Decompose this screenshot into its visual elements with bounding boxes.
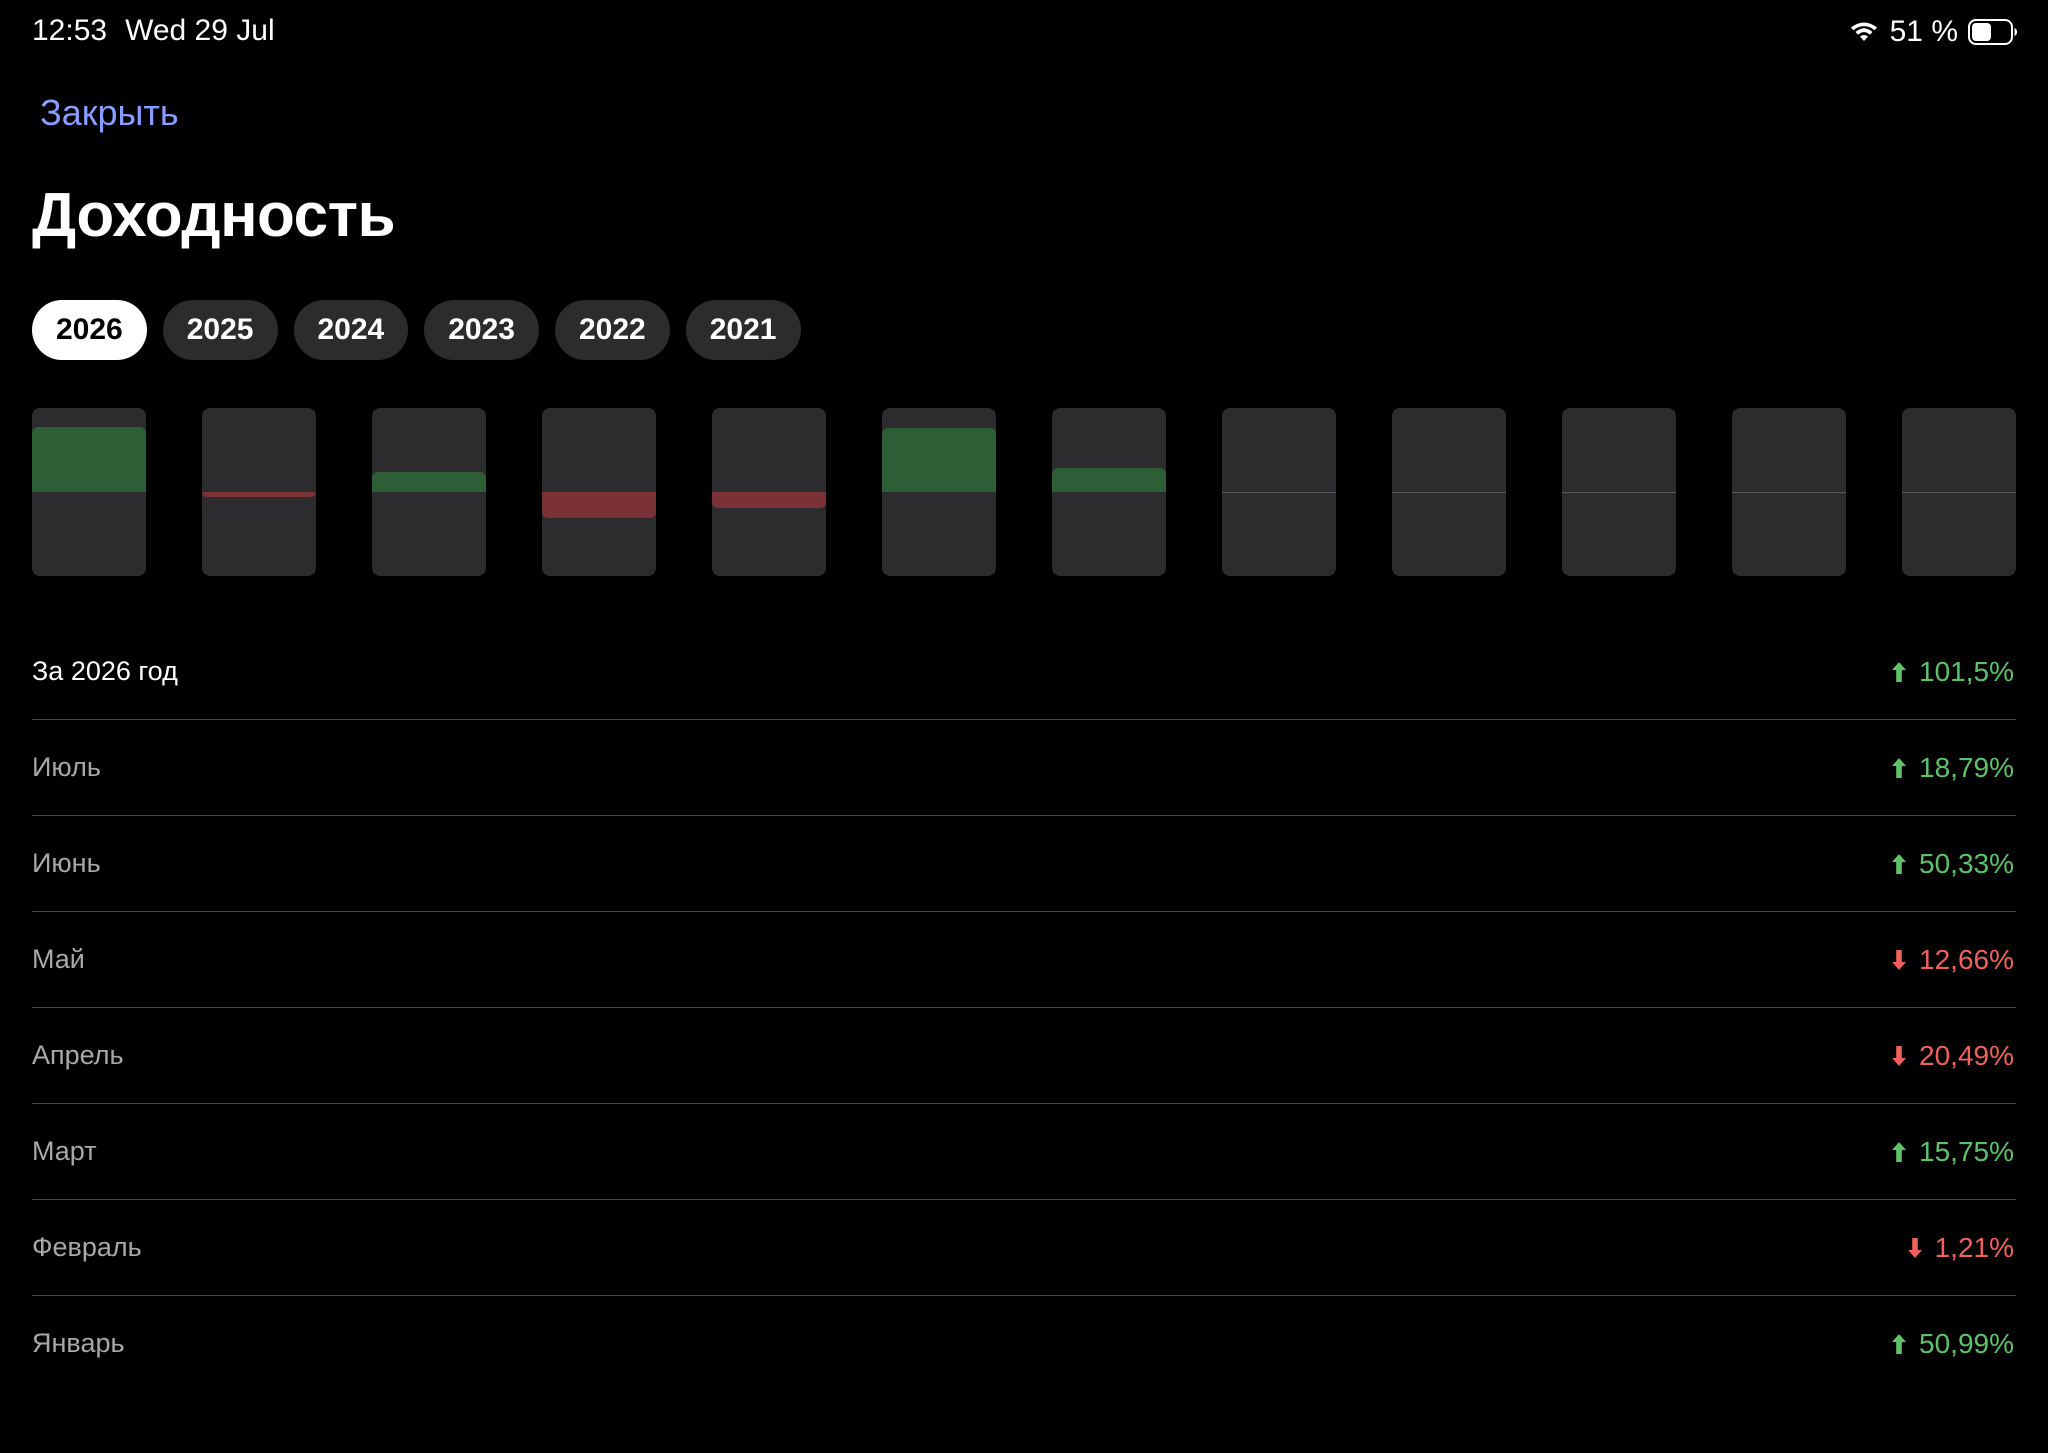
month-bar-card[interactable] bbox=[32, 408, 146, 576]
status-time-date: 12:53 Wed 29 Jul bbox=[32, 14, 275, 48]
status-date: Wed 29 Jul bbox=[125, 14, 275, 47]
year-tabs: 2026 2025 2024 2023 2022 2021 bbox=[32, 300, 801, 360]
month-percent: 1,21% bbox=[1934, 1231, 2014, 1263]
year-tab[interactable]: 2024 bbox=[293, 300, 409, 360]
arrow-down-icon bbox=[1907, 1237, 1922, 1258]
month-label: Июнь bbox=[32, 848, 101, 878]
month-bar-card[interactable] bbox=[1562, 408, 1676, 576]
battery-percent: 51 % bbox=[1889, 15, 1958, 48]
month-bar-card[interactable] bbox=[202, 408, 316, 576]
year-tab[interactable]: 2022 bbox=[555, 300, 670, 360]
month-row[interactable]: Март 15,75% bbox=[32, 1104, 2016, 1200]
month-value: 50,99% bbox=[1889, 1328, 2016, 1360]
month-row[interactable]: Апрель 20,49% bbox=[32, 1008, 2016, 1104]
month-value: 18,79% bbox=[1889, 752, 2016, 784]
month-bar bbox=[202, 492, 316, 497]
arrow-up-icon bbox=[1892, 1333, 1907, 1354]
page-title: Доходность bbox=[32, 181, 396, 250]
arrow-up-icon bbox=[1892, 1141, 1907, 1162]
month-bar bbox=[712, 492, 826, 509]
month-percent: 12,66% bbox=[1919, 943, 2014, 975]
month-bar-card[interactable] bbox=[542, 408, 656, 576]
wifi-icon bbox=[1850, 22, 1877, 41]
month-label: Январь bbox=[32, 1328, 125, 1358]
arrow-down-icon bbox=[1892, 949, 1907, 970]
month-value: 20,49% bbox=[1889, 1040, 2016, 1072]
bar-baseline bbox=[1222, 492, 1336, 493]
year-summary-value: 101,5% bbox=[1889, 656, 2016, 688]
year-summary-percent: 101,5% bbox=[1919, 655, 2014, 687]
month-bar-card[interactable] bbox=[1732, 408, 1846, 576]
month-percent: 15,75% bbox=[1919, 1135, 2014, 1167]
month-row[interactable]: Июль 18,79% bbox=[32, 720, 2016, 816]
year-tab[interactable]: 2025 bbox=[162, 300, 278, 360]
month-bar bbox=[1052, 468, 1166, 492]
year-summary-row[interactable]: За 2026 год 101,5% bbox=[32, 624, 2016, 720]
year-summary-label: За 2026 год bbox=[32, 656, 178, 686]
month-label: Апрель bbox=[32, 1040, 124, 1070]
month-bar-card[interactable] bbox=[1902, 408, 2016, 576]
arrow-up-icon bbox=[1892, 661, 1907, 682]
month-label: Май bbox=[32, 944, 85, 974]
month-row[interactable]: Май 12,66% bbox=[32, 912, 2016, 1008]
month-value: 50,33% bbox=[1889, 848, 2016, 880]
month-value: 12,66% bbox=[1889, 944, 2016, 976]
arrow-up-icon bbox=[1892, 757, 1907, 778]
arrow-down-icon bbox=[1892, 1045, 1907, 1066]
month-row[interactable]: Июнь 50,33% bbox=[32, 816, 2016, 912]
bar-baseline bbox=[1732, 492, 1846, 493]
returns-list: За 2026 год 101,5% Июль 18,79% Июнь 50,3… bbox=[32, 624, 2016, 1391]
month-bar-card[interactable] bbox=[1222, 408, 1336, 576]
bar-baseline bbox=[1562, 492, 1676, 493]
month-percent: 50,33% bbox=[1919, 847, 2014, 879]
month-bar-card[interactable] bbox=[1392, 408, 1506, 576]
year-tab[interactable]: 2021 bbox=[685, 300, 801, 360]
year-tab[interactable]: 2026 bbox=[32, 300, 147, 360]
bar-baseline bbox=[1392, 492, 1506, 493]
month-bar bbox=[372, 471, 486, 492]
arrow-up-icon bbox=[1892, 853, 1907, 874]
month-bar bbox=[542, 492, 656, 519]
month-row[interactable]: Февраль 1,21% bbox=[32, 1200, 2016, 1296]
battery-icon bbox=[1968, 19, 2017, 45]
status-time: 12:53 bbox=[32, 14, 108, 47]
month-bar-card[interactable] bbox=[712, 408, 826, 576]
close-button[interactable]: Закрыть bbox=[40, 92, 179, 134]
status-indicators: 51 % bbox=[1850, 14, 2018, 50]
month-bar-card[interactable] bbox=[882, 408, 996, 576]
month-row[interactable]: Январь 50,99% bbox=[32, 1296, 2016, 1391]
status-bar: 12:53 Wed 29 Jul 51 % bbox=[0, 0, 2048, 66]
month-bar bbox=[882, 427, 996, 492]
month-percent: 50,99% bbox=[1919, 1327, 2014, 1359]
month-bar-card[interactable] bbox=[372, 408, 486, 576]
year-tab[interactable]: 2023 bbox=[424, 300, 539, 360]
month-percent: 20,49% bbox=[1919, 1039, 2014, 1071]
month-label: Февраль bbox=[32, 1232, 142, 1262]
monthly-bars-chart bbox=[32, 408, 2016, 576]
month-bar-card[interactable] bbox=[1052, 408, 1166, 576]
month-label: Март bbox=[32, 1136, 97, 1166]
month-value: 1,21% bbox=[1905, 1232, 2016, 1264]
month-value: 15,75% bbox=[1889, 1136, 2016, 1168]
bar-baseline bbox=[1902, 492, 2016, 493]
month-percent: 18,79% bbox=[1919, 751, 2014, 783]
month-label: Июль bbox=[32, 752, 101, 782]
month-bar bbox=[32, 427, 146, 492]
